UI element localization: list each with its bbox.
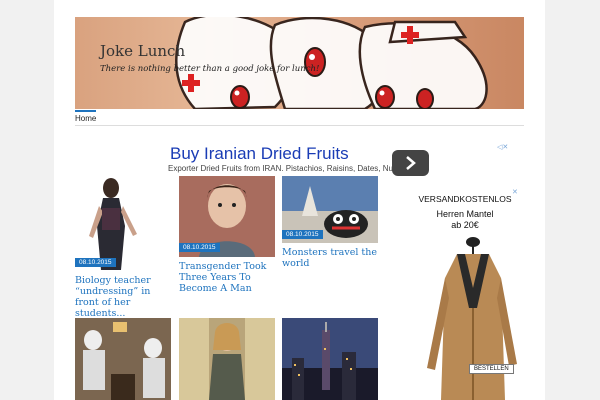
sidebar-ad-order-button[interactable]: BESTELLEN bbox=[469, 364, 514, 374]
stormtroopers-image bbox=[75, 318, 171, 400]
post-thumbnail[interactable] bbox=[282, 318, 378, 400]
post-date-badge: 08.10.2015 bbox=[179, 243, 220, 252]
post-title-link[interactable]: Biology teacher “undressing” in front of… bbox=[75, 275, 175, 319]
post-date-badge: 08.10.2015 bbox=[282, 230, 323, 239]
post-title-link[interactable]: Monsters travel the world bbox=[282, 247, 382, 269]
main-navigation: Home bbox=[75, 110, 524, 126]
post-thumbnail[interactable] bbox=[179, 318, 275, 400]
ad-next-button[interactable] bbox=[392, 150, 429, 176]
site-title[interactable]: Joke Lunch bbox=[100, 42, 185, 60]
post-date-badge: 08.10.2015 bbox=[75, 258, 116, 267]
post-thumbnail[interactable] bbox=[75, 176, 171, 270]
city-skyline-image bbox=[282, 318, 378, 400]
ad-title[interactable]: Buy Iranian Dried Fruits bbox=[170, 144, 349, 164]
header-illustration bbox=[175, 17, 488, 109]
sidebar-ad[interactable]: VERSANDKOSTENLOS Herren Mantel ab 20€ BE… bbox=[405, 188, 525, 400]
ad-close-icon[interactable]: ◁✕ bbox=[497, 143, 508, 151]
ad-subtitle: Exporter Dried Fruits from IRAN. Pistach… bbox=[168, 164, 400, 173]
site-tagline: There is nothing better than a good joke… bbox=[100, 64, 320, 74]
sidebar-ad-close-icon[interactable]: ✕ bbox=[512, 188, 518, 196]
nav-item-home[interactable]: Home bbox=[75, 110, 97, 125]
chevron-right-icon bbox=[406, 156, 416, 170]
site-header-banner[interactable]: Joke Lunch There is nothing better than … bbox=[75, 17, 524, 109]
post-title-link[interactable]: Transgender Took Three Years To Become A… bbox=[179, 261, 279, 294]
red-carpet-woman-image bbox=[179, 318, 275, 400]
woman-in-corset-image bbox=[89, 178, 137, 270]
post-thumbnail[interactable] bbox=[75, 318, 171, 400]
page: Joke Lunch There is nothing better than … bbox=[54, 0, 545, 400]
